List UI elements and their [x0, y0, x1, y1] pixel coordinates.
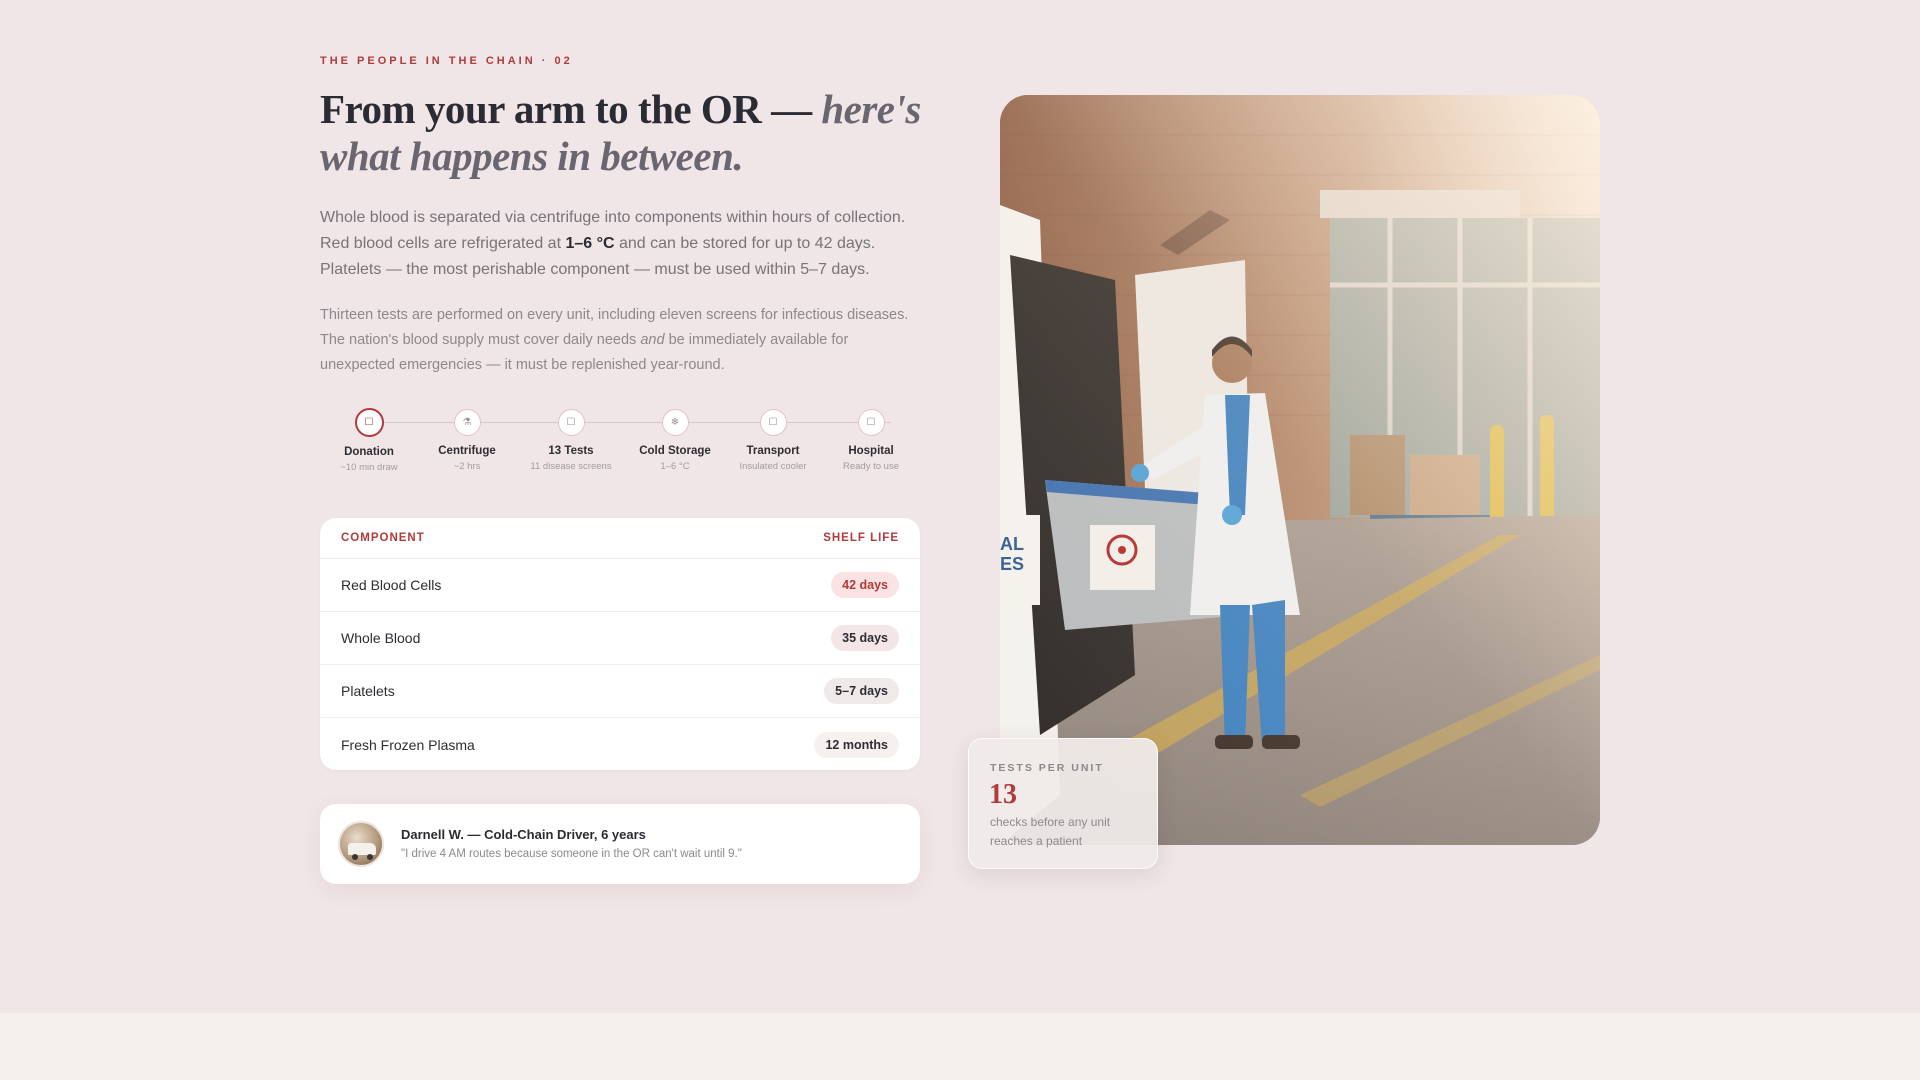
component-name: Fresh Frozen Plasma [341, 736, 475, 753]
stat-label: TESTS PER UNIT [990, 762, 1104, 774]
snowflake-icon: ❄ [661, 409, 689, 436]
section-eyebrow: THE PEOPLE IN THE CHAIN · 02 [320, 55, 573, 67]
component-name: Platelets [341, 683, 395, 699]
testimonial-author: Darnell W. — Cold-Chain Driver, 6 years [401, 827, 646, 842]
testimonial-card: Darnell W. — Cold-Chain Driver, 6 years … [320, 804, 920, 884]
step-tests[interactable]: ☐ 13 Tests 11 disease screens [511, 409, 631, 472]
square-icon: ☐ [857, 409, 885, 436]
page-title: From your arm to the OR — here's what ha… [320, 86, 940, 180]
hero-photo: AL ES [1000, 95, 1600, 845]
footer-band [0, 1013, 1920, 1080]
component-name: Whole Blood [341, 630, 421, 646]
shelf-life-badge: 5–7 days [824, 678, 899, 704]
table-row: Fresh Frozen Plasma 12 months [320, 718, 920, 770]
temperature-range: 1–6 °C [565, 235, 615, 252]
step-detail: ~2 hrs [453, 461, 481, 472]
testing-paragraph: Thirteen tests are performed on every un… [320, 303, 920, 378]
step-name: Hospital [848, 445, 894, 457]
step-hospital[interactable]: ☐ Hospital Ready to use [811, 409, 931, 472]
intro-paragraph: Whole blood is separated via centrifuge … [320, 205, 920, 283]
table-row: Red Blood Cells 42 days [320, 559, 920, 612]
stat-value: 13 [989, 779, 1017, 810]
step-centrifuge[interactable]: ⚗ Centrifuge ~2 hrs [407, 409, 527, 472]
headline-plain: From your arm to the OR — [320, 86, 822, 132]
van-thumbnail [348, 843, 376, 855]
wheel [367, 854, 373, 860]
intro-p2-emphasis: and [640, 332, 665, 348]
shelf-life-table: COMPONENT SHELF LIFE Red Blood Cells 42 … [320, 518, 920, 770]
table-row: Platelets 5–7 days [320, 665, 920, 718]
table-row: Whole Blood 35 days [320, 612, 920, 665]
stat-description: checks before any unit reaches a patient [990, 815, 1111, 848]
shelf-life-badge: 12 months [814, 731, 899, 758]
square-icon: ☐ [759, 409, 787, 436]
column-header-shelf-life: SHELF LIFE [823, 532, 899, 544]
column-header-component: COMPONENT [341, 532, 425, 544]
square-icon: ☐ [354, 408, 384, 437]
courier-loading-van-illustration: AL ES [1000, 95, 1600, 845]
avatar [338, 821, 384, 867]
component-name: Red Blood Cells [341, 577, 442, 593]
shelf-life-badge: 35 days [831, 625, 899, 651]
tests-per-unit-card: TESTS PER UNIT 13 checks before any unit… [968, 738, 1158, 869]
shelf-life-badge: 42 days [831, 572, 899, 598]
step-detail: 11 disease screens [530, 461, 612, 472]
square-icon: ☐ [557, 409, 585, 436]
wheel [352, 854, 358, 860]
flask-icon: ⚗ [453, 409, 481, 436]
step-detail: Ready to use [843, 461, 899, 472]
step-name: Centrifuge [438, 445, 496, 457]
table-header: COMPONENT SHELF LIFE [320, 518, 920, 559]
step-name: 13 Tests [548, 445, 594, 457]
testimonial-quote: "I drive 4 AM routes because someone in … [401, 848, 742, 860]
process-timeline: ☐ Donation ~10 min draw ⚗ Centrifuge ~2 … [320, 408, 920, 479]
